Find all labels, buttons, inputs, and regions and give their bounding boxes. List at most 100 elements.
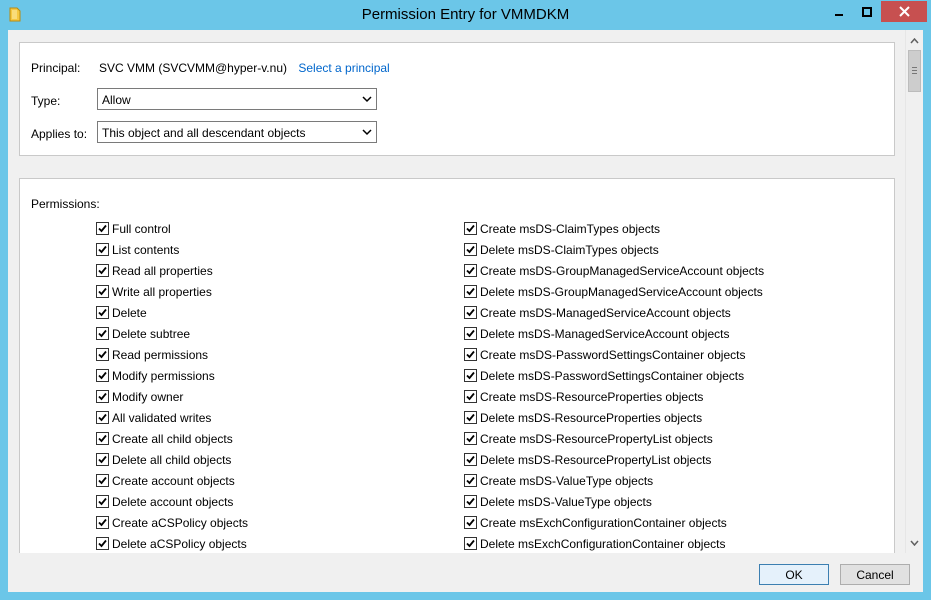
permission-checkbox[interactable] xyxy=(96,537,109,550)
permission-item[interactable]: Create account objects xyxy=(96,470,248,491)
permission-item[interactable]: Delete xyxy=(96,302,248,323)
permission-checkbox[interactable] xyxy=(96,474,109,487)
permission-item[interactable]: Modify owner xyxy=(96,386,248,407)
close-button[interactable] xyxy=(881,1,927,22)
scrollbar-thumb[interactable] xyxy=(908,50,921,92)
permission-checkbox[interactable] xyxy=(96,285,109,298)
permission-checkbox[interactable] xyxy=(96,432,109,445)
permission-checkbox[interactable] xyxy=(96,327,109,340)
permission-checkbox[interactable] xyxy=(464,306,477,319)
checkmark-icon xyxy=(98,455,107,464)
permission-checkbox[interactable] xyxy=(464,327,477,340)
permission-checkbox[interactable] xyxy=(96,264,109,277)
permission-checkbox[interactable] xyxy=(464,495,477,508)
permission-label: Create msDS-PasswordSettingsContainer ob… xyxy=(480,347,746,362)
permission-item[interactable]: Create msDS-ManagedServiceAccount object… xyxy=(464,302,764,323)
permission-checkbox[interactable] xyxy=(96,495,109,508)
permission-item[interactable]: Create msDS-ResourceProperties objects xyxy=(464,386,764,407)
permission-checkbox[interactable] xyxy=(96,516,109,529)
maximize-button[interactable] xyxy=(853,1,880,22)
permission-item[interactable]: Full control xyxy=(96,218,248,239)
permission-item[interactable]: Delete msDS-ManagedServiceAccount object… xyxy=(464,323,764,344)
permission-checkbox[interactable] xyxy=(464,243,477,256)
permission-checkbox[interactable] xyxy=(96,222,109,235)
permission-label: Write all properties xyxy=(112,284,212,299)
permission-item[interactable]: Read permissions xyxy=(96,344,248,365)
permission-item[interactable]: Create msDS-ValueType objects xyxy=(464,470,764,491)
permission-checkbox[interactable] xyxy=(96,369,109,382)
permission-label: Create msDS-GroupManagedServiceAccount o… xyxy=(480,263,765,278)
dialog-client-area: Principal: SVC VMM (SVCVMM@hyper-v.nu) S… xyxy=(8,30,923,592)
permission-checkbox[interactable] xyxy=(464,369,477,382)
checkmark-icon xyxy=(466,266,475,275)
checkmark-icon xyxy=(466,371,475,380)
permission-item[interactable]: All validated writes xyxy=(96,407,248,428)
ok-button[interactable]: OK xyxy=(759,564,829,585)
cancel-button[interactable]: Cancel xyxy=(840,564,910,585)
vertical-scrollbar[interactable] xyxy=(905,30,923,553)
permission-item[interactable]: Write all properties xyxy=(96,281,248,302)
permission-item[interactable]: Read all properties xyxy=(96,260,248,281)
permission-item[interactable]: Delete msDS-PasswordSettingsContainer ob… xyxy=(464,365,764,386)
permission-item[interactable]: Create aCSPolicy objects xyxy=(96,512,248,533)
grip-line xyxy=(912,73,917,74)
title-bar[interactable]: Permission Entry for VMMDKM xyxy=(0,0,931,30)
permission-label: Delete subtree xyxy=(112,326,191,341)
checkmark-icon xyxy=(98,392,107,401)
permission-checkbox[interactable] xyxy=(464,411,477,424)
permission-checkbox[interactable] xyxy=(464,264,477,277)
permission-item[interactable]: Delete subtree xyxy=(96,323,248,344)
checkmark-icon xyxy=(466,329,475,338)
permission-label: Delete msDS-ManagedServiceAccount object… xyxy=(480,326,730,341)
permission-checkbox[interactable] xyxy=(464,432,477,445)
permission-checkbox[interactable] xyxy=(96,306,109,319)
permission-item[interactable]: Create msDS-ClaimTypes objects xyxy=(464,218,764,239)
permission-entry-window: Permission Entry for VMMDKM Principal: S… xyxy=(0,0,931,600)
permission-item[interactable]: Delete msDS-ResourceProperties objects xyxy=(464,407,764,428)
permission-checkbox[interactable] xyxy=(464,390,477,403)
permission-checkbox[interactable] xyxy=(464,222,477,235)
scroll-pane: Principal: SVC VMM (SVCVMM@hyper-v.nu) S… xyxy=(8,30,905,553)
minimize-button[interactable] xyxy=(825,1,852,22)
principal-label: Principal: xyxy=(31,61,81,75)
permission-checkbox[interactable] xyxy=(464,285,477,298)
permission-label: Create msDS-ValueType objects xyxy=(480,473,654,488)
permission-checkbox[interactable] xyxy=(96,348,109,361)
permission-item[interactable]: Delete msDS-ClaimTypes objects xyxy=(464,239,764,260)
permission-item[interactable]: Delete msExchConfigurationContainer obje… xyxy=(464,533,764,553)
checkmark-icon xyxy=(98,224,107,233)
permission-checkbox[interactable] xyxy=(464,474,477,487)
permission-checkbox[interactable] xyxy=(464,453,477,466)
permission-item[interactable]: Create msDS-GroupManagedServiceAccount o… xyxy=(464,260,764,281)
type-dropdown[interactable]: Allow xyxy=(97,88,377,110)
permission-checkbox[interactable] xyxy=(464,516,477,529)
scroll-up-button[interactable] xyxy=(906,32,923,49)
permission-label: Create msExchConfigurationContainer obje… xyxy=(480,515,727,530)
permission-checkbox[interactable] xyxy=(464,537,477,550)
permission-label: Modify owner xyxy=(112,389,184,404)
permission-checkbox[interactable] xyxy=(464,348,477,361)
permission-checkbox[interactable] xyxy=(96,453,109,466)
permission-item[interactable]: Create all child objects xyxy=(96,428,248,449)
select-principal-link[interactable]: Select a principal xyxy=(298,61,389,75)
applies-to-dropdown[interactable]: This object and all descendant objects xyxy=(97,121,377,143)
permission-label: Create msDS-ResourcePropertyList objects xyxy=(480,431,713,446)
permission-checkbox[interactable] xyxy=(96,411,109,424)
permission-item[interactable]: Create msExchConfigurationContainer obje… xyxy=(464,512,764,533)
permission-item[interactable]: Delete aCSPolicy objects xyxy=(96,533,248,553)
scroll-down-button[interactable] xyxy=(906,534,923,551)
permission-item[interactable]: Delete account objects xyxy=(96,491,248,512)
permission-item[interactable]: Delete msDS-GroupManagedServiceAccount o… xyxy=(464,281,764,302)
permission-checkbox[interactable] xyxy=(96,390,109,403)
checkmark-icon xyxy=(466,434,475,443)
permission-item[interactable]: Delete all child objects xyxy=(96,449,248,470)
close-icon xyxy=(898,6,910,17)
permission-checkbox[interactable] xyxy=(96,243,109,256)
permission-item[interactable]: Modify permissions xyxy=(96,365,248,386)
permission-item[interactable]: List contents xyxy=(96,239,248,260)
permission-item[interactable]: Delete msDS-ValueType objects xyxy=(464,491,764,512)
permission-item[interactable]: Create msDS-ResourcePropertyList objects xyxy=(464,428,764,449)
permission-item[interactable]: Create msDS-PasswordSettingsContainer ob… xyxy=(464,344,764,365)
permission-item[interactable]: Delete msDS-ResourcePropertyList objects xyxy=(464,449,764,470)
checkmark-icon xyxy=(466,308,475,317)
